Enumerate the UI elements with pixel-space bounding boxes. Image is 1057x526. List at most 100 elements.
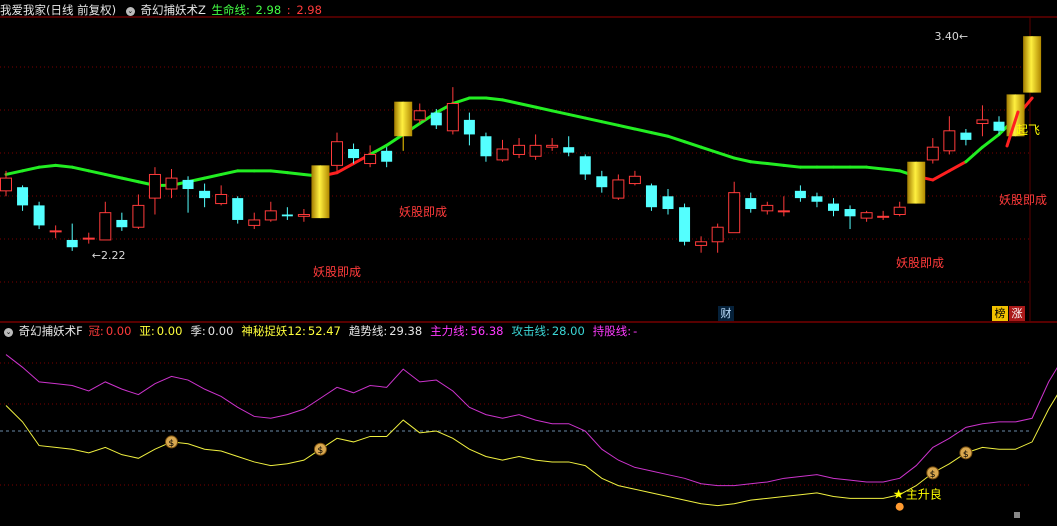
life-line-segment	[683, 140, 703, 149]
candle-body	[116, 219, 128, 228]
money-bag-icon: $	[926, 466, 940, 480]
life-line-segment	[37, 163, 58, 169]
life-line-segment	[583, 116, 604, 124]
life-line-segment	[21, 165, 41, 173]
candle-body	[264, 210, 277, 221]
candle	[132, 194, 145, 230]
candle	[828, 198, 839, 217]
candle-body	[496, 148, 509, 161]
candle-body	[248, 219, 261, 226]
candle-body	[381, 150, 393, 162]
candle	[745, 192, 757, 213]
life-line-segment	[451, 96, 471, 106]
life-line-segment	[87, 169, 107, 176]
signal-label: 妖股即成	[399, 205, 447, 219]
star-icon: ★	[893, 488, 905, 503]
candle	[66, 223, 78, 251]
finance-badge[interactable]: 财	[718, 306, 734, 321]
scroll-handle	[1014, 512, 1020, 518]
candle	[645, 183, 657, 211]
candle-body	[430, 112, 442, 126]
life-line-segment	[70, 165, 91, 173]
high-price-label: 3.40←	[934, 30, 968, 43]
candle	[232, 196, 244, 224]
grid-lines	[0, 16, 1057, 486]
candle	[381, 147, 393, 168]
life-line-segment	[964, 145, 984, 164]
candle	[215, 185, 228, 206]
candle	[811, 192, 823, 208]
life-line-segment	[550, 109, 571, 116]
hand-icon	[895, 502, 904, 511]
ranking-badge[interactable]: 榜	[992, 306, 1008, 321]
candle-body	[132, 204, 145, 228]
candle	[546, 138, 559, 151]
candle-body	[546, 144, 559, 148]
candle	[943, 116, 956, 155]
candle-body	[446, 103, 459, 132]
life-line-segment	[54, 163, 74, 169]
candle	[529, 134, 542, 160]
limit-up-badge[interactable]: 涨	[1009, 306, 1025, 321]
candle-body	[480, 136, 492, 157]
life-line-segment	[285, 171, 306, 176]
candle-body	[513, 144, 526, 155]
life-line-segment	[4, 169, 25, 176]
candle	[199, 183, 211, 208]
candle	[513, 138, 526, 159]
life-line-segment	[616, 123, 637, 131]
candle-body	[745, 198, 757, 210]
candle-body	[926, 146, 939, 161]
candle-body	[711, 226, 724, 243]
candle-body	[612, 179, 625, 199]
signal-label: 妖股即成	[896, 256, 944, 270]
candle	[311, 165, 330, 219]
star-signal: ★ 主升良	[893, 487, 942, 511]
candles	[0, 36, 1042, 253]
money-bag-icon: $	[313, 442, 327, 456]
candle	[628, 170, 641, 186]
life-line-segment	[931, 169, 951, 182]
candle	[496, 139, 509, 162]
life-line-segment	[881, 167, 902, 173]
candle-body	[679, 207, 691, 242]
candle	[394, 101, 413, 151]
life-line-segment	[699, 145, 720, 155]
candle-body	[297, 213, 310, 217]
life-line-segment	[633, 127, 653, 135]
candle-body	[413, 110, 426, 121]
money-bag-icon: $	[165, 435, 178, 449]
life-line-segment	[501, 98, 521, 106]
candle	[82, 232, 95, 244]
takeoff-label: 起飞	[1016, 123, 1040, 137]
candle-body	[82, 237, 95, 240]
gold-candle-body	[907, 161, 926, 204]
candle	[480, 132, 492, 162]
candle-body	[828, 203, 839, 211]
life-line-segment	[865, 165, 885, 171]
life-line-segment	[947, 160, 968, 173]
candle	[662, 189, 674, 215]
sub-markers: $ $ $ $ ★ 主升良	[165, 435, 1020, 518]
candle-body	[860, 212, 873, 219]
candle-body	[728, 192, 741, 234]
candle	[248, 212, 261, 230]
candle	[893, 201, 906, 217]
candle	[116, 212, 128, 231]
candle-body	[794, 190, 806, 199]
candle-body	[0, 177, 12, 192]
candle-body	[199, 190, 211, 199]
life-line-segment	[534, 105, 554, 113]
candle-body	[811, 196, 823, 202]
candle-body	[148, 173, 161, 199]
candle-body	[348, 148, 360, 159]
candle	[331, 132, 343, 171]
life-line-segment	[749, 160, 769, 166]
candle-body	[596, 176, 608, 188]
candle-body	[976, 119, 989, 125]
life-line-segment	[782, 163, 802, 169]
life-line-segment	[203, 172, 223, 180]
candle	[960, 128, 972, 146]
candle-body	[331, 141, 343, 166]
candle	[579, 154, 591, 180]
